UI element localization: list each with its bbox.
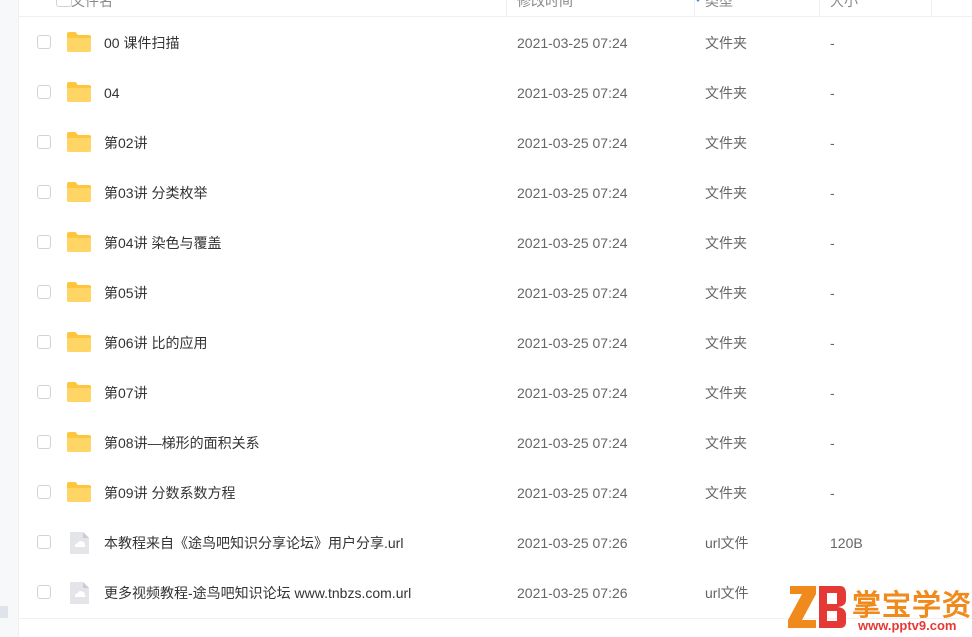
file-type: 文件夹 (705, 435, 747, 451)
folder-icon (66, 181, 92, 203)
watermark-url: www.pptv9.com (858, 618, 957, 633)
watermark: 掌宝学资网 www.pptv9.com (786, 578, 972, 637)
file-size: - (830, 185, 835, 201)
folder-icon (66, 131, 92, 153)
folder-icon (66, 231, 92, 253)
file-size: - (830, 35, 835, 51)
file-row[interactable]: 第03讲 分类枚举 2021-03-25 07:24 文件夹 - (19, 168, 972, 218)
file-name[interactable]: 第07讲 (104, 383, 148, 403)
file-type: url文件 (705, 585, 749, 601)
file-row[interactable]: 04 2021-03-25 07:24 文件夹 - (19, 68, 972, 118)
file-name[interactable]: 第08讲—梯形的面积关系 (104, 433, 260, 453)
file-list-header: 文件名 修改时间 类型 大小 (19, 0, 972, 17)
file-type: 文件夹 (705, 385, 747, 401)
url-file-icon (66, 581, 92, 604)
file-size: - (830, 335, 835, 351)
row-checkbox[interactable] (37, 35, 51, 49)
folder-icon (66, 281, 92, 303)
file-type: 文件夹 (705, 485, 747, 501)
folder-icon (66, 331, 92, 353)
watermark-logo-icon (788, 586, 846, 628)
file-name[interactable]: 更多视频教程-途鸟吧知识论坛 www.tnbzs.com.url (104, 583, 411, 603)
row-checkbox[interactable] (37, 185, 51, 199)
file-name[interactable]: 第05讲 (104, 283, 148, 303)
file-type: 文件夹 (705, 85, 747, 101)
file-size: - (830, 385, 835, 401)
file-type: 文件夹 (705, 335, 747, 351)
folder-icon (66, 381, 92, 403)
file-size: - (830, 285, 835, 301)
file-name[interactable]: 第09讲 分数系数方程 (104, 483, 235, 503)
column-divider (694, 0, 695, 16)
row-checkbox[interactable] (37, 285, 51, 299)
url-file-icon (66, 531, 92, 554)
file-modified-time: 2021-03-25 07:24 (517, 435, 628, 451)
file-size: - (830, 85, 835, 101)
file-row[interactable]: 本教程来自《途鸟吧知识分享论坛》用户分享.url 2021-03-25 07:26… (19, 518, 972, 568)
file-size: - (830, 235, 835, 251)
file-name[interactable]: 04 (104, 83, 120, 103)
file-modified-time: 2021-03-25 07:24 (517, 335, 628, 351)
row-checkbox[interactable] (37, 85, 51, 99)
file-row[interactable]: 第09讲 分数系数方程 2021-03-25 07:24 文件夹 - (19, 468, 972, 518)
file-type: 文件夹 (705, 235, 747, 251)
file-name[interactable]: 第04讲 染色与覆盖 (104, 233, 221, 253)
folder-icon (66, 481, 92, 503)
file-type: 文件夹 (705, 35, 747, 51)
row-checkbox[interactable] (37, 235, 51, 249)
file-row[interactable]: 第02讲 2021-03-25 07:24 文件夹 - (19, 118, 972, 168)
file-modified-time: 2021-03-25 07:24 (517, 235, 628, 251)
file-name[interactable]: 第03讲 分类枚举 (104, 183, 207, 203)
file-modified-time: 2021-03-25 07:24 (517, 135, 628, 151)
column-modified-header[interactable]: 修改时间 (517, 0, 573, 16)
row-checkbox[interactable] (37, 485, 51, 499)
select-all-checkbox[interactable] (56, 0, 72, 7)
row-checkbox[interactable] (37, 385, 51, 399)
file-modified-time: 2021-03-25 07:26 (517, 585, 628, 601)
file-row[interactable]: 第07讲 2021-03-25 07:24 文件夹 - (19, 368, 972, 418)
column-type-header[interactable]: 类型 (705, 0, 733, 16)
folder-icon (66, 31, 92, 53)
scroll-marker (0, 606, 8, 618)
file-name[interactable]: 本教程来自《途鸟吧知识分享论坛》用户分享.url (104, 533, 403, 553)
file-list: 00 课件扫描 2021-03-25 07:24 文件夹 - 04 2021-03-25 … (19, 18, 972, 618)
file-row[interactable]: 第06讲 比的应用 2021-03-25 07:24 文件夹 - (19, 318, 972, 368)
file-size: - (830, 485, 835, 501)
file-name[interactable]: 00 课件扫描 (104, 33, 179, 53)
file-row[interactable]: 第04讲 染色与覆盖 2021-03-25 07:24 文件夹 - (19, 218, 972, 268)
left-sidebar-edge (0, 0, 19, 637)
row-checkbox[interactable] (37, 435, 51, 449)
file-size: - (830, 135, 835, 151)
file-modified-time: 2021-03-25 07:24 (517, 85, 628, 101)
file-modified-time: 2021-03-25 07:26 (517, 535, 628, 551)
file-size: - (830, 435, 835, 451)
file-modified-time: 2021-03-25 07:24 (517, 385, 628, 401)
file-name[interactable]: 第02讲 (104, 133, 148, 153)
file-modified-time: 2021-03-25 07:24 (517, 35, 628, 51)
file-type: 文件夹 (705, 285, 747, 301)
row-checkbox[interactable] (37, 135, 51, 149)
column-divider (819, 0, 820, 16)
column-divider (506, 0, 507, 16)
file-size: 120B (830, 535, 863, 551)
file-type: url文件 (705, 535, 749, 551)
file-modified-time: 2021-03-25 07:24 (517, 185, 628, 201)
file-modified-time: 2021-03-25 07:24 (517, 485, 628, 501)
file-modified-time: 2021-03-25 07:24 (517, 285, 628, 301)
file-row[interactable]: 第08讲—梯形的面积关系 2021-03-25 07:24 文件夹 - (19, 418, 972, 468)
file-type: 文件夹 (705, 185, 747, 201)
column-size-header[interactable]: 大小 (830, 0, 858, 16)
folder-icon (66, 81, 92, 103)
row-checkbox[interactable] (37, 335, 51, 349)
file-name[interactable]: 第06讲 比的应用 (104, 333, 207, 353)
file-row[interactable]: 00 课件扫描 2021-03-25 07:24 文件夹 - (19, 18, 972, 68)
column-divider (931, 0, 932, 16)
file-row[interactable]: 第05讲 2021-03-25 07:24 文件夹 - (19, 268, 972, 318)
row-checkbox[interactable] (37, 535, 51, 549)
row-checkbox[interactable] (37, 585, 51, 599)
file-type: 文件夹 (705, 135, 747, 151)
folder-icon (66, 431, 92, 453)
column-name-header[interactable]: 文件名 (71, 0, 113, 16)
